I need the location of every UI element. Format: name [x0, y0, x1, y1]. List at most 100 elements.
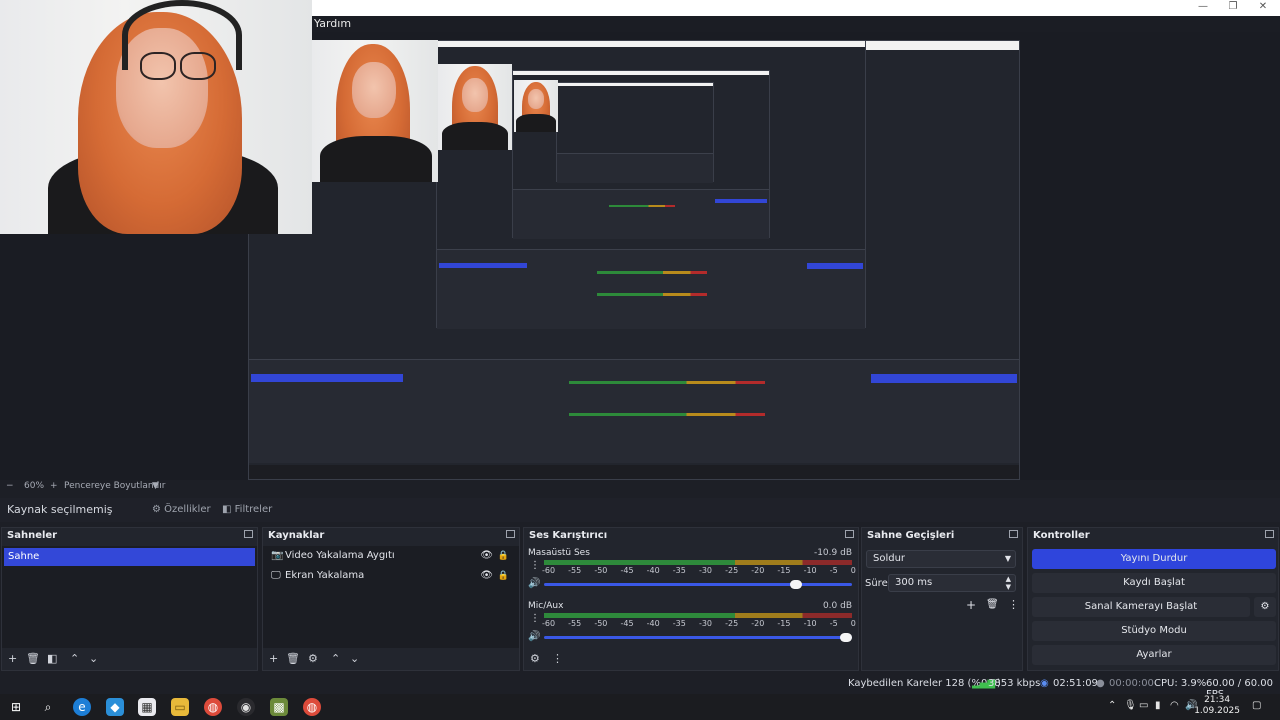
lock-icon[interactable]: 🔒 [498, 567, 509, 585]
studio-mode-button[interactable]: Stüdyo Modu [1032, 621, 1276, 641]
source-item[interactable]: 📷 Video Yakalama Aygıtı 👁 🔒 [267, 547, 515, 565]
maximize-button[interactable]: ❐ [1218, 0, 1248, 16]
edge-browser-icon[interactable]: e [73, 698, 91, 716]
minecraft-icon[interactable]: ▩ [270, 698, 288, 716]
display-icon[interactable]: ▭ [1139, 700, 1148, 711]
transition-select[interactable]: Soldur ▼ [866, 550, 1016, 568]
kebab-menu-icon[interactable]: ⋮ [530, 613, 540, 624]
trash-icon[interactable]: 🗑 [286, 652, 300, 666]
start-record-button[interactable]: Kaydı Başlat [1032, 573, 1276, 593]
chevron-down-icon[interactable]: ▼ [152, 481, 159, 491]
speaker-icon[interactable]: 🔊 [528, 578, 540, 589]
tick-label: -10 [803, 566, 817, 575]
slider-handle[interactable] [789, 580, 802, 589]
status-bar: Kaybedilen Kareler 128 (%0.0) ▂▄▆ 3853 k… [0, 675, 1280, 700]
copilot-icon[interactable]: ◆ [106, 698, 124, 716]
chevron-up-icon[interactable]: ⌃ [70, 652, 79, 666]
duration-stepper[interactable]: 300 ms ▲ ▼ [888, 574, 1016, 592]
properties-button[interactable]: ⚙ Özellikler [146, 501, 217, 519]
undock-icon[interactable] [1265, 530, 1274, 538]
add-icon[interactable]: + [269, 652, 278, 666]
tick-label: -30 [698, 566, 713, 575]
tick-label: -60 [542, 566, 556, 575]
add-icon[interactable]: + [8, 652, 17, 666]
chevron-down-icon: ▼ [1004, 554, 1011, 563]
chrome-profile-icon[interactable]: ◍ [303, 698, 321, 716]
eye-icon[interactable]: 👁 [480, 547, 493, 565]
slider-handle[interactable] [840, 633, 852, 642]
start-virtualcam-button[interactable]: Sanal Kamerayı Başlat [1032, 597, 1250, 617]
kebab-menu-icon[interactable]: ⋮ [530, 560, 540, 571]
store-icon[interactable]: ▦ [138, 698, 156, 716]
eye-icon[interactable]: 👁 [480, 567, 493, 585]
webcam-feed-nested [312, 40, 438, 182]
kebab-menu-icon[interactable]: ⋮ [552, 652, 563, 666]
clock-time: 21:34 [1204, 695, 1231, 705]
microphone-icon[interactable]: 🎙 [1124, 700, 1137, 711]
chrome-icon[interactable]: ◍ [204, 698, 222, 716]
advanced-audio-icon[interactable]: ⚙ [530, 652, 540, 666]
tick-label: -15 [777, 566, 791, 575]
trash-icon[interactable]: 🗑 [986, 599, 999, 610]
record-icon: ● [1096, 678, 1105, 689]
tick-label: -25 [725, 619, 739, 628]
windows-start-icon[interactable]: ⊞ [7, 698, 25, 716]
gear-icon[interactable]: ⚙ [308, 652, 318, 666]
chevron-down-icon[interactable]: ⌄ [350, 652, 359, 666]
undock-icon[interactable] [845, 530, 854, 538]
chevron-down-icon[interactable]: ⌄ [89, 652, 98, 666]
tick-label: -35 [672, 619, 686, 628]
stream-icon: ◉ [1040, 678, 1049, 689]
transitions-body: Soldur ▼ Süre 300 ms ▲ ▼ + 🗑 ⋮ [862, 546, 1022, 648]
controls-dock: Kontroller Yayını Durdur Kaydı Başlat Sa… [1027, 527, 1279, 671]
undock-icon[interactable] [244, 530, 253, 538]
fit-to-window[interactable]: Pencereye Boyutlandır [64, 481, 165, 491]
source-item[interactable]: 🖵 Ekran Yakalama 👁 🔒 [267, 567, 515, 585]
add-icon[interactable]: + [966, 598, 976, 612]
system-clock[interactable]: 21:34 1.09.2025 [1194, 695, 1240, 717]
stepper-arrows-icon[interactable]: ▲ ▼ [1006, 575, 1011, 591]
menu-bar: Yardım [312, 16, 1280, 32]
minimize-button[interactable]: — [1188, 0, 1218, 16]
stop-stream-button[interactable]: Yayını Durdur [1032, 549, 1276, 569]
menu-help[interactable]: Yardım [314, 17, 351, 30]
sources-list: 📷 Video Yakalama Aygıtı 👁 🔒 🖵 Ekran Yaka… [263, 546, 519, 648]
volume-slider[interactable] [544, 580, 852, 589]
preview-canvas[interactable] [0, 0, 1280, 480]
zoom-out-icon[interactable]: − [6, 481, 14, 491]
speaker-icon[interactable]: 🔊 [528, 631, 540, 642]
notification-icon[interactable]: ▢ [1252, 700, 1261, 711]
bitrate: 3853 kbps [988, 678, 1041, 689]
zoom-level: 60% [24, 481, 45, 491]
lock-icon[interactable]: 🔒 [498, 547, 509, 565]
webcam-feed-nested-2 [438, 64, 512, 150]
scene-item[interactable]: Sahne [4, 548, 255, 566]
obs-icon[interactable]: ◉ [237, 698, 255, 716]
battery-icon[interactable]: ▮ [1155, 700, 1161, 711]
undock-icon[interactable] [506, 530, 515, 538]
search-icon[interactable]: ⌕ [39, 698, 57, 716]
tray-chevron-icon[interactable]: ⌃ [1108, 700, 1116, 711]
virtualcam-settings-button[interactable]: ⚙ [1254, 597, 1276, 617]
close-button[interactable]: ✕ [1248, 0, 1278, 16]
tick-label: -60 [542, 619, 556, 628]
volume-slider[interactable] [544, 633, 852, 642]
channel-db: -10.9 dB [813, 548, 852, 558]
network-icon[interactable]: ◠ [1170, 700, 1179, 711]
scenes-list: Sahne [2, 546, 257, 648]
tick-label: -40 [646, 566, 660, 575]
cpu-usage: CPU: 3.9% [1154, 678, 1207, 689]
undock-icon[interactable] [1009, 530, 1018, 538]
audio-mixer-dock: Ses Karıştırıcı Masaüstü Ses -10.9 dB ⋮ … [523, 527, 859, 671]
tick-label: -20 [751, 619, 765, 628]
chevron-up-icon[interactable]: ⌃ [331, 652, 340, 666]
zoom-in-icon[interactable]: + [50, 481, 58, 491]
kebab-menu-icon[interactable]: ⋮ [1008, 598, 1019, 611]
filter-icon[interactable]: ◧ [47, 652, 57, 666]
tick-label: -25 [725, 566, 739, 575]
tick-label: -10 [803, 619, 817, 628]
folder-icon[interactable]: ▭ [171, 698, 189, 716]
filters-button[interactable]: ◧ Filtreler [216, 501, 278, 519]
trash-icon[interactable]: 🗑 [26, 652, 40, 666]
settings-button[interactable]: Ayarlar [1032, 645, 1276, 665]
